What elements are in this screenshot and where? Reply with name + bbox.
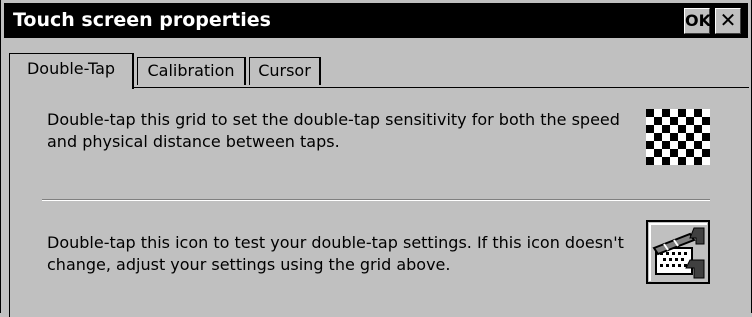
test-instructions: Double-tap this icon to test your double… — [47, 233, 624, 274]
grid-cell — [654, 117, 662, 125]
grid-cell — [694, 141, 702, 149]
grid-cell — [678, 157, 686, 165]
grid-cell — [694, 157, 702, 165]
tab-calibration[interactable]: Calibration — [137, 57, 246, 85]
grid-cell — [646, 141, 654, 149]
grid-cell — [662, 125, 670, 133]
ok-button[interactable]: OK — [684, 8, 711, 34]
grid-cell — [702, 117, 710, 125]
title-bar[interactable]: Touch screen properties OK ✕ — [4, 3, 748, 38]
grid-cell — [662, 157, 670, 165]
close-button[interactable]: ✕ — [715, 8, 741, 34]
grid-cell — [686, 117, 694, 125]
grid-cell — [702, 133, 710, 141]
checkerboard-grid-icon[interactable] — [646, 109, 710, 165]
grid-cell — [670, 149, 678, 157]
grid-cell — [678, 125, 686, 133]
grid-cell — [686, 149, 694, 157]
separator — [42, 199, 710, 201]
grid-instructions: Double-tap this grid to set the double-t… — [47, 110, 620, 151]
clapperboard-icon[interactable] — [646, 220, 710, 284]
grid-cell — [678, 141, 686, 149]
tab-double-tap[interactable]: Double-Tap — [9, 53, 134, 89]
grid-cell — [702, 149, 710, 157]
grid-cell — [686, 133, 694, 141]
window-title: Touch screen properties — [13, 9, 271, 31]
grid-cell — [646, 109, 654, 117]
grid-cell — [654, 149, 662, 157]
properties-window: Touch screen properties OK ✕ Double-Tap … — [0, 0, 752, 317]
close-icon: ✕ — [719, 8, 737, 32]
grid-cell — [646, 125, 654, 133]
tab-cursor[interactable]: Cursor — [249, 57, 321, 85]
grid-cell — [662, 109, 670, 117]
grid-cell — [694, 125, 702, 133]
grid-cell — [646, 157, 654, 165]
grid-cell — [670, 117, 678, 125]
grid-cell — [662, 141, 670, 149]
grid-cell — [694, 109, 702, 117]
grid-cell — [670, 133, 678, 141]
grid-cell — [654, 133, 662, 141]
grid-cell — [678, 109, 686, 117]
